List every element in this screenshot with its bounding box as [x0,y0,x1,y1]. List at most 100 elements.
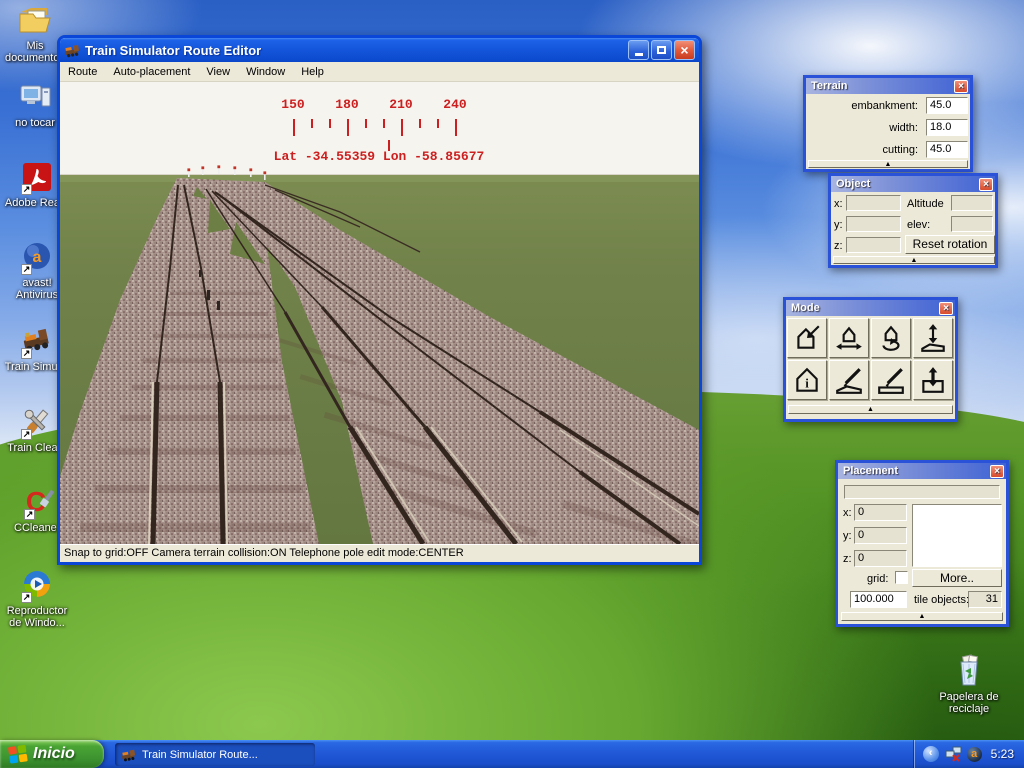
close-icon[interactable]: × [954,80,968,93]
palette-title: Mode [791,302,820,314]
scale-field[interactable]: 100.000 [850,591,907,608]
adobe-reader-icon: ↗ [20,160,54,194]
svg-text:i: i [805,377,809,391]
mode-palette-titlebar[interactable]: Mode × [786,300,955,316]
width-field[interactable]: 18.0 [926,119,968,136]
cutting-field[interactable]: 45.0 [926,141,968,158]
start-button[interactable]: Inicio [0,740,104,768]
menu-window[interactable]: Window [238,63,293,81]
desktop-icon-label: Papelera de reciclaje [935,691,1003,715]
status-bar: Snap to grid:OFF Camera terrain collisio… [60,544,699,562]
shortcut-arrow-icon: ↗ [21,264,32,275]
collapse-button[interactable]: ▲ [788,405,953,414]
shortcut-arrow-icon: ↗ [21,592,32,603]
altitude-field[interactable] [951,195,993,211]
palette-title: Terrain [811,80,847,92]
train-icon [121,747,137,763]
grid-label: grid: [867,573,888,585]
embankment-field[interactable]: 45.0 [926,97,968,114]
minimize-button[interactable] [628,40,649,60]
embankment-label: embankment: [851,100,918,112]
desktop-icon-label: Reproductor de Windo... [3,605,71,629]
computer-icon [18,80,52,114]
shortcut-arrow-icon: ↗ [21,184,32,195]
object-z-field[interactable] [846,237,901,253]
move-object-icon [834,323,864,353]
placement-palette: Placement × x: 0 y: 0 z: 0 grid: More.. … [835,460,1009,627]
collapse-button[interactable]: ▲ [841,612,1003,621]
menu-bar: Route Auto-placement View Window Help [60,62,699,82]
collapse-chevron-icon[interactable]: ‹ [923,746,939,762]
media-player-icon: ↗ [20,568,54,602]
y-label: y: [843,530,852,542]
close-icon[interactable]: × [939,302,953,315]
menu-route[interactable]: Route [60,63,105,81]
collapse-button[interactable]: ▲ [808,160,968,168]
desktop: Mis documentos no tocar ↗ Adobe Rea 8 [0,0,1024,768]
object-y-field[interactable] [846,216,901,232]
train-icon [64,42,81,59]
route-editor-window: Train Simulator Route Editor × Route Aut… [57,35,702,565]
close-icon[interactable]: × [990,465,1004,478]
ruler-label: 150 [281,97,304,112]
object-palette: Object × x: Altitude y: elev: z: Reset r… [828,173,998,268]
x-label: x: [843,507,852,519]
route-3d-viewport[interactable]: 150 180 210 240 Lat -34.55359 Lon -58.85… [60,82,699,544]
more-button[interactable]: More.. [912,569,1002,587]
grid-checkbox[interactable] [895,571,908,584]
tile-objects-label: tile objects: [914,594,969,606]
mode-rotate-object-button[interactable] [871,318,911,358]
window-titlebar[interactable]: Train Simulator Route Editor × [60,38,699,62]
shortcut-arrow-icon: ↗ [24,509,35,520]
network-offline-icon[interactable] [945,746,962,762]
taskbar-item-label: Train Simulator Route... [142,749,258,761]
object-info-icon: i [792,365,822,395]
mode-adjust-height-button[interactable] [913,318,953,358]
menu-help[interactable]: Help [293,63,332,81]
reset-rotation-button[interactable]: Reset rotation [905,235,995,254]
avast-ball-icon: a ↗ [20,240,54,274]
collapse-button[interactable]: ▲ [833,256,995,264]
placement-x-field[interactable]: 0 [854,504,907,521]
close-icon[interactable]: × [979,178,993,191]
cutting-label: cutting: [883,144,918,156]
start-button-label: Inicio [33,745,75,763]
placement-palette-titlebar[interactable]: Placement × [838,463,1006,479]
placement-object-name-field[interactable] [844,485,1000,499]
width-label: width: [889,122,918,134]
object-palette-titlebar[interactable]: Object × [831,176,995,192]
recycle-bin-icon [952,654,986,688]
close-button[interactable]: × [674,40,695,60]
raise-lower-terrain-icon [918,365,948,395]
taskbar-item-route-editor[interactable]: Train Simulator Route... [115,743,315,766]
desktop-icon-recycle-bin[interactable]: Papelera de reciclaje [935,654,1003,715]
object-x-field[interactable] [846,195,901,211]
taskbar: Inicio Train Simulator Route... ‹ a [0,740,1024,768]
ruler-label: 240 [443,97,466,112]
elev-field[interactable] [951,216,993,232]
mode-palette: Mode × [783,297,958,422]
place-object-icon [792,323,822,353]
mode-object-info-button[interactable]: i [787,360,827,400]
mode-terrain-smooth-button[interactable] [871,360,911,400]
terrain-paint-icon [834,365,864,395]
lat-lon-readout: Lat -34.55359 Lon -58.85677 [274,149,485,164]
mode-place-object-button[interactable] [787,318,827,358]
mode-terrain-paint-button[interactable] [829,360,869,400]
placement-y-field[interactable]: 0 [854,527,907,544]
menu-auto-placement[interactable]: Auto-placement [105,63,198,81]
desktop-icon-media-player[interactable]: ↗ Reproductor de Windo... [3,568,71,629]
placement-object-listbox[interactable] [912,504,1002,567]
menu-view[interactable]: View [198,63,238,81]
z-label: z: [843,553,852,565]
mode-raise-lower-terrain-button[interactable] [913,360,953,400]
window-title: Train Simulator Route Editor [85,43,626,58]
avast-tray-icon[interactable]: a [967,747,982,762]
mode-move-object-button[interactable] [829,318,869,358]
rotate-object-icon [876,323,906,353]
terrain-palette-titlebar[interactable]: Terrain × [806,78,970,94]
taskbar-clock: 5:23 [991,747,1014,761]
altitude-label: Altitude [907,198,944,210]
maximize-button[interactable] [651,40,672,60]
placement-z-field[interactable]: 0 [854,550,907,567]
